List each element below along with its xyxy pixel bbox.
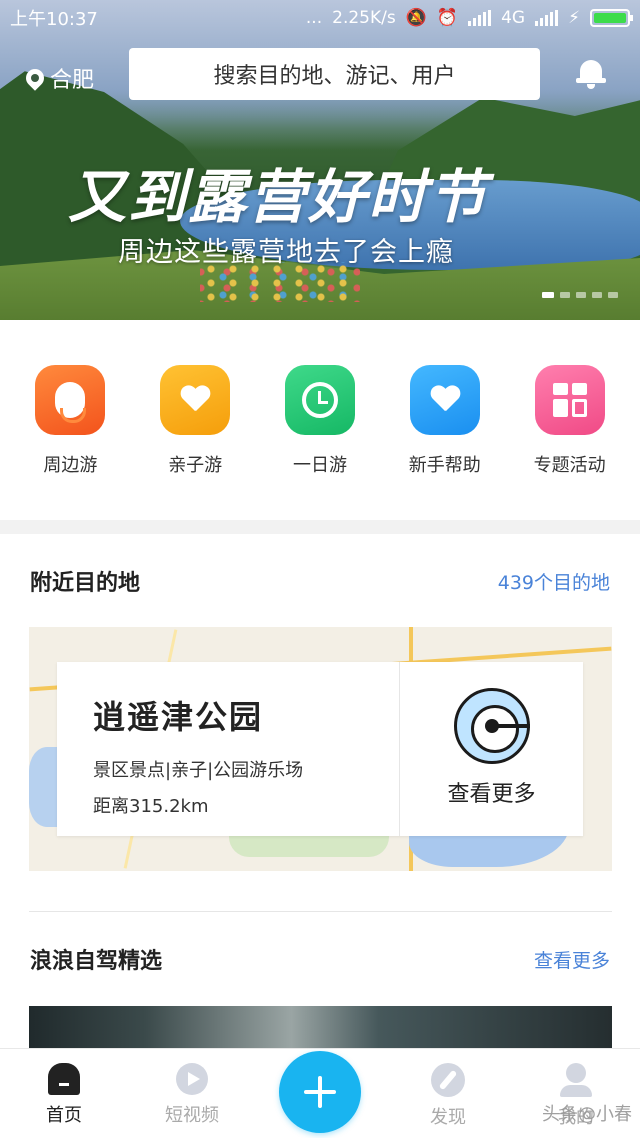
tab-label: 首页 <box>46 1105 82 1126</box>
status-time: 上午10:37 <box>10 9 98 30</box>
destination-name: 逍遥津公园 <box>93 698 264 736</box>
network-type: 4G <box>501 8 526 28</box>
banner-subtitle: 周边这些露营地去了会上瘾 <box>118 237 454 268</box>
battery-icon <box>590 9 633 27</box>
category-family[interactable]: 亲子游 <box>140 320 250 520</box>
nearby-count-link[interactable]: 439个目的地 <box>498 568 610 595</box>
category-topics[interactable]: 专题活动 <box>515 320 625 520</box>
category-label: 新手帮助 <box>408 455 481 476</box>
category-label: 周边游 <box>43 455 98 476</box>
play-icon <box>176 1063 208 1095</box>
tab-short-video[interactable]: 短视频 <box>142 1049 242 1138</box>
selfdrive-title: 浪浪自驾精选 <box>30 949 163 974</box>
publish-plus-button[interactable] <box>279 1051 361 1133</box>
location-pin-icon <box>22 65 48 91</box>
view-more-button[interactable]: 查看更多 <box>399 662 583 836</box>
category-label: 亲子游 <box>168 455 223 476</box>
category-label: 专题活动 <box>533 455 606 476</box>
banner-title: 又到露营好时节 <box>68 163 489 231</box>
category-day-trip[interactable]: 一日游 <box>265 320 375 520</box>
nearby-title: 附近目的地 <box>30 571 141 596</box>
tab-discover[interactable]: 发现 <box>398 1049 498 1138</box>
city-selector[interactable]: 合肥 <box>22 62 95 94</box>
selfdrive-photo[interactable] <box>29 1006 612 1052</box>
search-input[interactable]: 搜索目的地、游记、用户 <box>129 48 540 100</box>
compass-icon <box>431 1063 465 1097</box>
destination-card[interactable]: 逍遥津公园 景区景点|亲子|公园游乐场 距离315.2km 查看更多 <box>57 662 583 836</box>
category-nearby[interactable]: 周边游 <box>15 320 125 520</box>
status-right: ... 2.25K/s 🔕 ⏰ 4G ⚡ <box>305 8 633 28</box>
grid-icon <box>534 365 605 435</box>
mute-icon: 🔕 <box>405 8 427 28</box>
tab-home[interactable]: 首页 <box>14 1049 114 1138</box>
net-speed: 2.25K/s <box>332 8 396 28</box>
banner-page-indicator <box>542 292 618 298</box>
signal-icon <box>468 10 492 26</box>
selfdrive-more-link[interactable]: 查看更多 <box>534 946 610 973</box>
status-bar: 上午10:37 ... 2.25K/s 🔕 ⏰ 4G ⚡ <box>0 0 640 36</box>
category-label: 一日游 <box>292 455 347 476</box>
alarm-icon: ⏰ <box>436 8 459 28</box>
page-dot <box>560 292 570 298</box>
page-dot <box>608 292 618 298</box>
divider <box>29 911 612 912</box>
radar-icon <box>453 688 530 764</box>
page-dot <box>592 292 602 298</box>
home-icon <box>48 1063 80 1095</box>
signal-2-icon <box>535 10 559 26</box>
category-row: 周边游 亲子游 一日游 新手帮助 专题活动 <box>0 320 640 520</box>
status-dots: ... <box>305 8 323 28</box>
category-help[interactable]: 新手帮助 <box>390 320 500 520</box>
heart-icon <box>160 365 231 435</box>
destination-info: 逍遥津公园 景区景点|亲子|公园游乐场 距离315.2km <box>57 662 399 836</box>
location-person-icon <box>35 365 106 435</box>
section-divider <box>0 520 640 534</box>
bell-icon[interactable] <box>576 58 606 90</box>
view-more-label: 查看更多 <box>447 782 536 807</box>
heart-icon <box>409 365 480 435</box>
user-icon <box>560 1063 592 1097</box>
destination-distance: 距离315.2km <box>93 796 209 817</box>
city-name: 合肥 <box>50 68 95 93</box>
charging-icon: ⚡ <box>568 8 580 28</box>
search-placeholder: 搜索目的地、游记、用户 <box>213 64 456 89</box>
destination-tags: 景区景点|亲子|公园游乐场 <box>93 760 304 781</box>
clock-icon <box>284 365 355 435</box>
tab-label: 发现 <box>430 1107 466 1128</box>
tab-label: 短视频 <box>165 1105 219 1126</box>
page-dot <box>542 292 554 298</box>
page-dot <box>576 292 586 298</box>
watermark: 头条@小春 <box>542 1104 632 1125</box>
